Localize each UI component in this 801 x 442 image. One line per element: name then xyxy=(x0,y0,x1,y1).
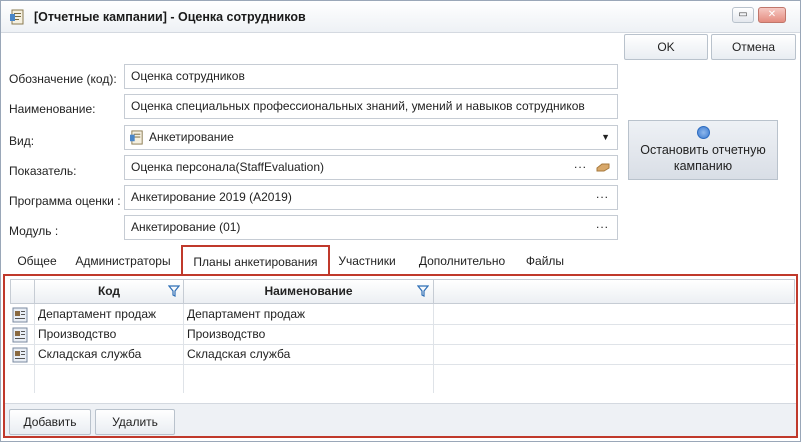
survey-plans-panel: Код Наименование Департамент продаж Депа… xyxy=(3,274,798,438)
name-input[interactable]: Оценка специальных профессиональных знан… xyxy=(124,94,618,119)
kind-select[interactable]: Анкетирование ▼ xyxy=(124,125,618,150)
cancel-button[interactable]: Отмена xyxy=(711,34,796,60)
minimize-button[interactable]: ▭ xyxy=(732,7,754,23)
tab-files[interactable]: Файлы xyxy=(519,245,571,275)
tab-survey-plans[interactable]: Планы анкетирования xyxy=(181,245,330,275)
program-value: Анкетирование 2019 (А2019) xyxy=(131,190,292,204)
code-input[interactable]: Оценка сотрудников xyxy=(124,64,618,89)
module-value: Анкетирование (01) xyxy=(131,220,241,234)
code-label: Обозначение (код): xyxy=(9,72,117,86)
delete-button[interactable]: Удалить xyxy=(95,409,175,435)
record-icon xyxy=(12,347,28,363)
cell-code: Складская служба xyxy=(38,347,142,361)
kind-label: Вид: xyxy=(9,134,35,148)
column-header-name[interactable]: Наименование xyxy=(184,280,434,303)
column-header-code[interactable]: Код xyxy=(35,280,184,303)
cell-name: Департамент продаж xyxy=(187,307,306,321)
stop-campaign-label-2: кампанию xyxy=(673,159,733,173)
column-code-label: Код xyxy=(97,284,121,298)
tab-additional[interactable]: Дополнительно xyxy=(410,245,514,275)
module-browse-button[interactable]: ... xyxy=(596,216,609,236)
add-button[interactable]: Добавить xyxy=(9,409,91,435)
grid-footer: Добавить Удалить xyxy=(5,403,796,436)
kind-value: Анкетирование xyxy=(149,130,234,144)
cell-name: Производство xyxy=(187,327,266,341)
cell-code: Производство xyxy=(38,327,117,341)
table-row[interactable]: Департамент продаж Департамент продаж xyxy=(10,305,795,325)
indicator-label: Показатель: xyxy=(9,164,77,178)
stop-campaign-label-1: Остановить отчетную xyxy=(640,143,766,157)
tab-participants[interactable]: Участники xyxy=(333,245,401,275)
filter-icon[interactable] xyxy=(168,285,180,297)
module-input[interactable]: Анкетирование (01) ... xyxy=(124,215,618,240)
code-value: Оценка сотрудников xyxy=(131,69,245,83)
column-name-label: Наименование xyxy=(264,284,353,298)
tab-administrators[interactable]: Администраторы xyxy=(71,245,175,275)
table-row[interactable]: Складская служба Складская служба xyxy=(10,345,795,365)
record-icon xyxy=(12,307,28,323)
program-label: Программа оценки : xyxy=(9,194,121,208)
row-indicator-header xyxy=(11,280,35,303)
cell-code: Департамент продаж xyxy=(38,307,157,321)
stop-campaign-button[interactable]: Остановить отчетную кампанию xyxy=(628,120,778,180)
close-button[interactable]: ✕ xyxy=(758,7,786,23)
tab-general[interactable]: Общее xyxy=(11,245,63,275)
stop-circle-icon xyxy=(696,126,710,139)
filter-icon[interactable] xyxy=(417,285,429,297)
name-label: Наименование: xyxy=(9,102,96,116)
grid-header: Код Наименование xyxy=(10,279,795,304)
module-label: Модуль : xyxy=(9,224,59,238)
dialog-window: [Отчетные кампании] - Оценка сотрудников… xyxy=(0,0,801,442)
questionnaire-icon xyxy=(130,130,143,145)
ok-button[interactable]: OK xyxy=(624,34,708,60)
table-row[interactable]: Производство Производство xyxy=(10,325,795,345)
open-link-icon[interactable] xyxy=(596,162,610,172)
window-title: [Отчетные кампании] - Оценка сотрудников xyxy=(34,10,306,24)
cell-name: Складская служба xyxy=(187,347,291,361)
title-bar: [Отчетные кампании] - Оценка сотрудников… xyxy=(1,1,800,33)
program-browse-button[interactable]: ... xyxy=(596,186,609,206)
record-icon xyxy=(12,327,28,343)
document-icon xyxy=(10,9,24,25)
indicator-browse-button[interactable]: ... xyxy=(574,156,587,176)
indicator-input[interactable]: Оценка персонала(StaffEvaluation) ... xyxy=(124,155,618,180)
program-input[interactable]: Анкетирование 2019 (А2019) ... xyxy=(124,185,618,210)
indicator-value: Оценка персонала(StaffEvaluation) xyxy=(131,160,325,174)
name-value: Оценка специальных профессиональных знан… xyxy=(131,99,585,113)
chevron-down-icon[interactable]: ▼ xyxy=(601,126,610,149)
